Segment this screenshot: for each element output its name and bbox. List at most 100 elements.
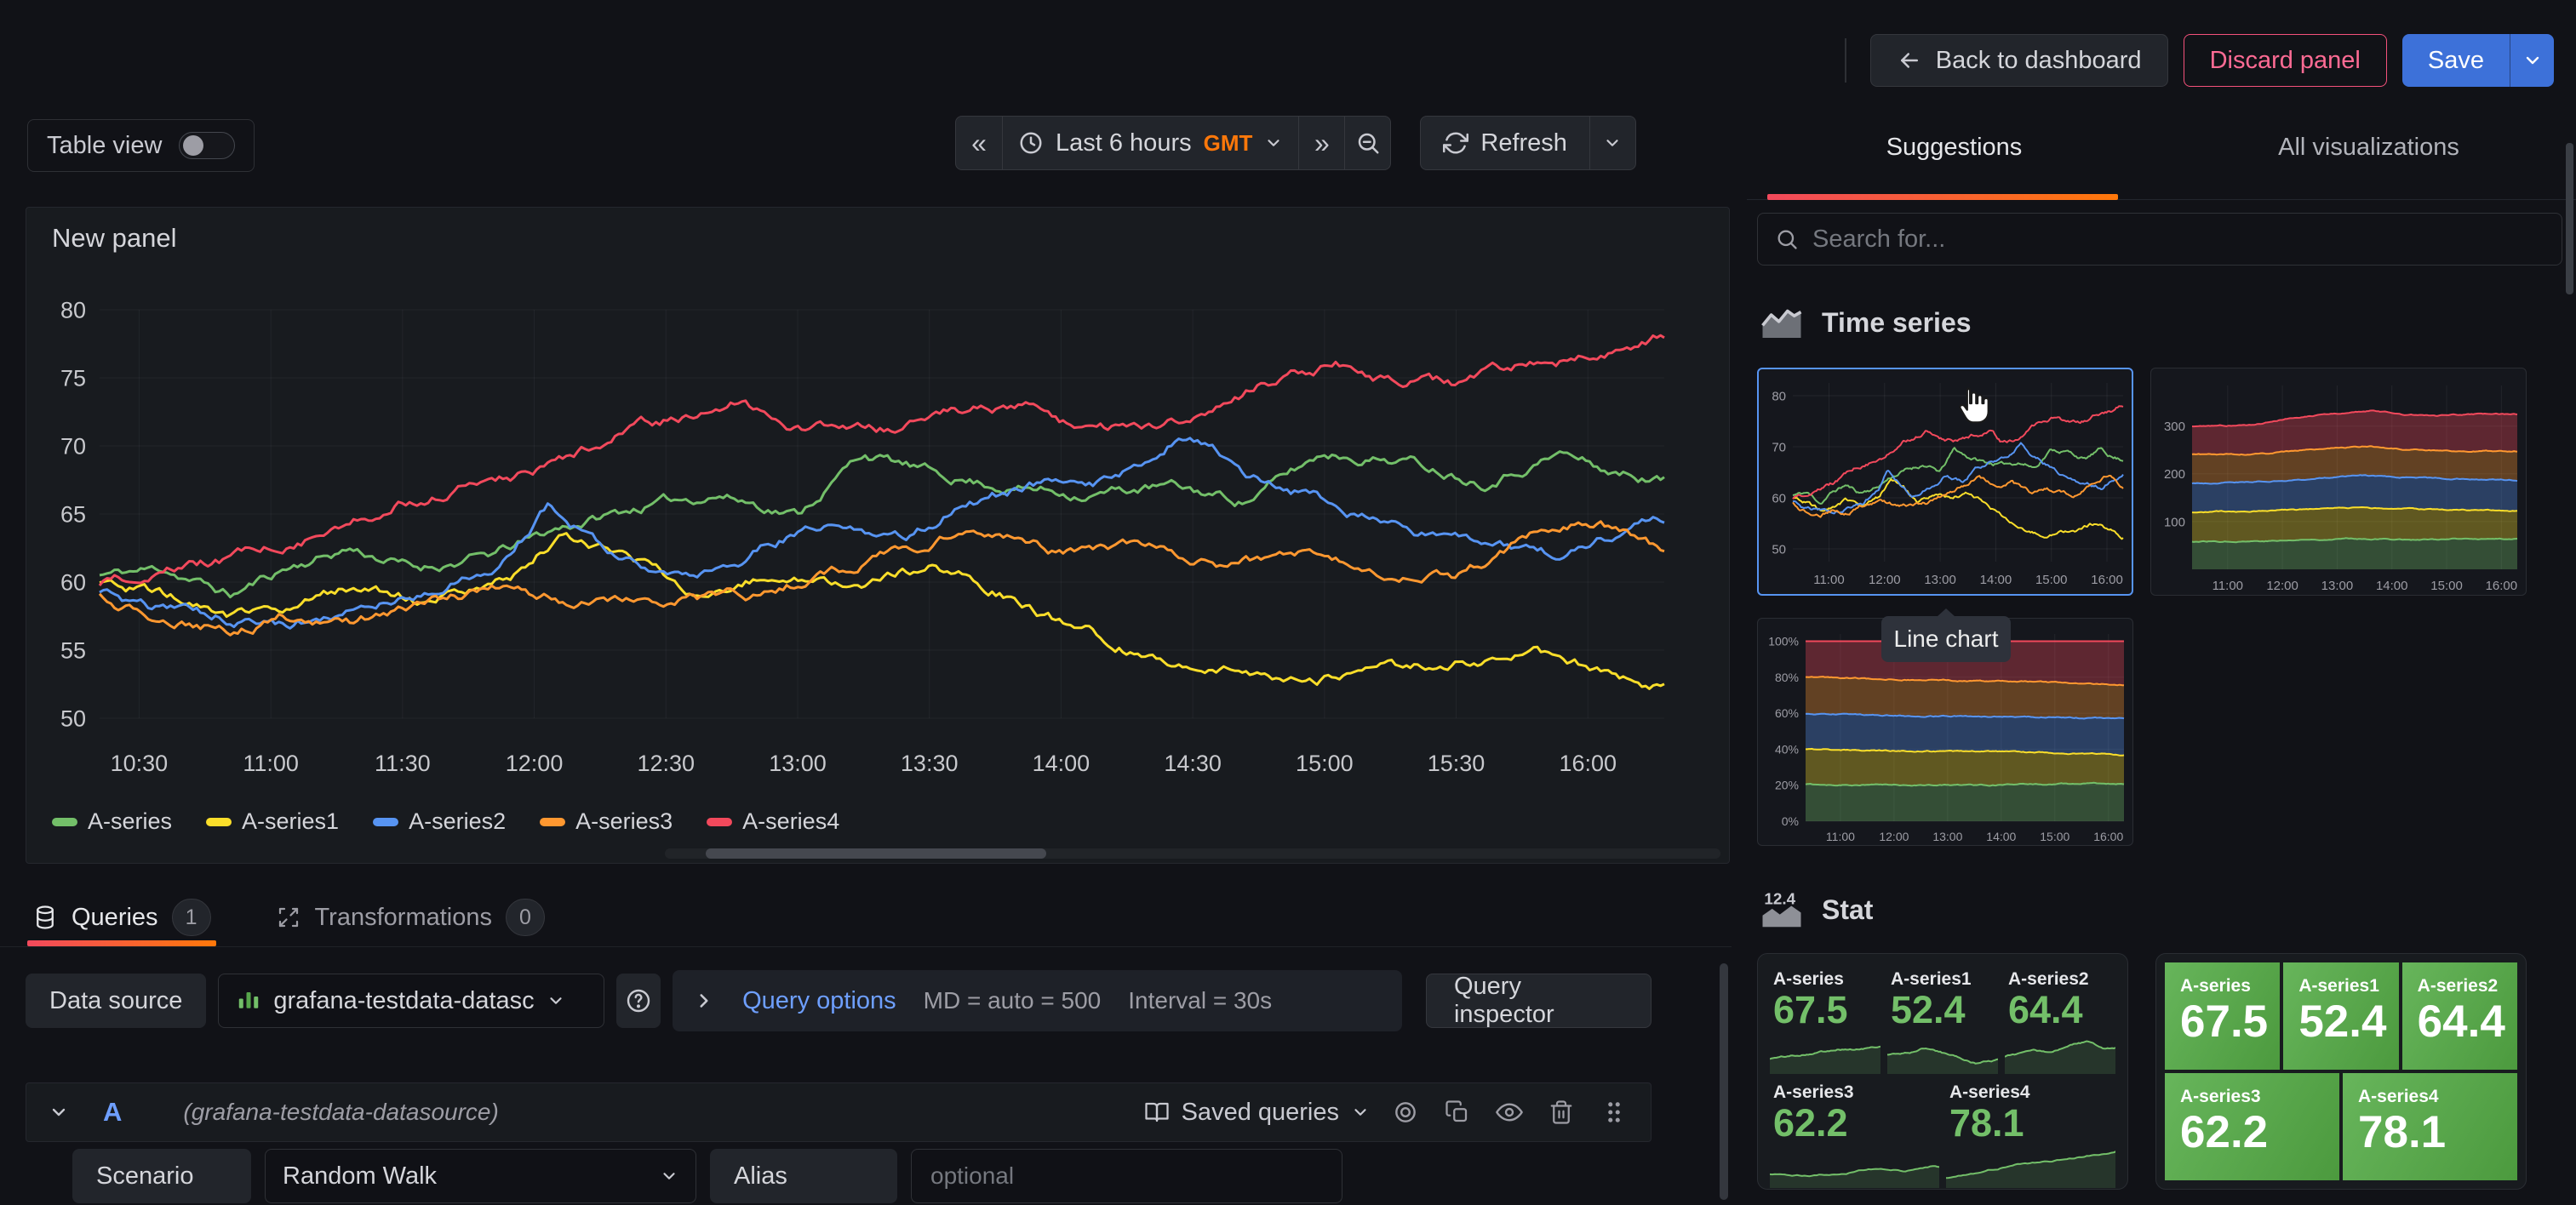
stat-tile-value: 52.4: [2298, 997, 2398, 1048]
alias-label: Alias: [710, 1149, 897, 1203]
stat-mini-panel: A-series478.1: [1946, 1079, 2115, 1187]
tab-all-visualizations-label: All visualizations: [2278, 134, 2459, 162]
back-to-dashboard-button[interactable]: Back to dashboard: [1870, 34, 2168, 87]
legend-item[interactable]: A-series: [52, 808, 172, 835]
time-shift-forward-button[interactable]: »: [1298, 117, 1344, 169]
copy-icon[interactable]: [1445, 1099, 1470, 1125]
suggestion-line-chart[interactable]: 8070605011:0012:0013:0014:0015:0016:00: [1757, 368, 2133, 596]
save-button[interactable]: Save: [2402, 34, 2510, 87]
scenario-value: Random Walk: [283, 1162, 437, 1191]
legend-label: A-series1: [242, 808, 339, 835]
tab-suggestions[interactable]: Suggestions: [1747, 95, 2161, 199]
datasource-help-button[interactable]: [616, 974, 661, 1028]
tab-queries[interactable]: Queries 1: [27, 888, 216, 946]
search-input[interactable]: [1812, 226, 2545, 254]
suggestion-stat-colored[interactable]: A-series67.5A-series152.4A-series264.4A-…: [2155, 953, 2527, 1190]
datasource-select[interactable]: grafana-testdata-datasc: [218, 974, 604, 1028]
legend-item[interactable]: A-series2: [373, 808, 506, 835]
svg-text:55: 55: [60, 638, 86, 664]
discard-panel-label: Discard panel: [2210, 47, 2361, 75]
svg-text:0%: 0%: [1782, 814, 1799, 828]
stat-value: 64.4: [2008, 990, 2115, 1030]
horizontal-scrollbar-thumb[interactable]: [706, 848, 1046, 859]
tabs-divider: [0, 946, 1732, 947]
legend-label: A-series4: [742, 808, 839, 835]
scenario-label: Scenario: [72, 1149, 251, 1203]
time-shift-back-button[interactable]: «: [956, 117, 1002, 169]
svg-text:100%: 100%: [1768, 635, 1799, 648]
stat-tile-label: A-series3: [2180, 1087, 2339, 1107]
refresh-group: Refresh: [1420, 116, 1636, 170]
datasource-value: grafana-testdata-datasc: [273, 987, 534, 1015]
target-icon[interactable]: [1392, 1099, 1419, 1126]
refresh-button[interactable]: Refresh: [1421, 117, 1589, 169]
database-icon: [32, 905, 58, 930]
time-range-group: « Last 6 hours GMT »: [955, 116, 1391, 170]
arrow-left-icon: [1897, 48, 1922, 73]
svg-text:15:00: 15:00: [2035, 573, 2068, 587]
transform-icon: [276, 905, 301, 930]
suggestion-stat-sparkline[interactable]: A-series67.5A-series152.4A-series264.4A-…: [1757, 953, 2128, 1190]
legend-item[interactable]: A-series3: [540, 808, 673, 835]
legend-label: A-series3: [575, 808, 673, 835]
svg-text:14:30: 14:30: [1164, 751, 1222, 776]
tooltip-line-chart: Line chart: [1881, 616, 2011, 662]
trash-icon[interactable]: [1548, 1099, 1574, 1125]
refresh-interval-caret[interactable]: [1589, 117, 1635, 169]
stat-sparkline: [1887, 1030, 1998, 1074]
refresh-icon: [1443, 130, 1468, 156]
stat-tile-label: A-series: [2180, 976, 2280, 997]
zoom-out-icon: [1355, 130, 1381, 156]
queries-scrollbar[interactable]: [1720, 963, 1728, 1200]
stat-tile: A-series362.2: [2165, 1073, 2339, 1180]
angle-right-icon[interactable]: [693, 990, 715, 1012]
query-inspector-button[interactable]: Query inspector: [1426, 974, 1652, 1028]
legend-swatch: [707, 818, 732, 826]
save-options-caret[interactable]: [2510, 34, 2554, 87]
svg-text:11:00: 11:00: [1826, 830, 1855, 843]
scenario-select[interactable]: Random Walk: [265, 1149, 696, 1203]
query-row-actions: [1392, 1098, 1629, 1127]
eye-icon[interactable]: [1496, 1099, 1523, 1126]
stat-mini-panel: A-series67.5: [1770, 966, 1880, 1074]
stat-tile-label: A-series1: [2298, 976, 2398, 997]
query-options-link[interactable]: Query options: [742, 987, 896, 1015]
svg-text:11:00: 11:00: [243, 751, 299, 776]
stat-value: 52.4: [1891, 990, 1998, 1030]
chevron-down-icon[interactable]: [49, 1102, 69, 1122]
alias-input[interactable]: [911, 1149, 1342, 1203]
svg-text:100: 100: [2164, 515, 2185, 529]
tab-transformations-label: Transformations: [315, 904, 492, 932]
editor-tabs: Queries 1 Transformations 0: [27, 888, 550, 946]
table-view-label: Table view: [47, 132, 162, 160]
stat-value: 78.1: [1949, 1103, 2115, 1143]
svg-text:10:30: 10:30: [111, 751, 169, 776]
stat-sparkline: [1770, 1030, 1880, 1074]
horizontal-scrollbar: [665, 848, 1720, 859]
stat-tile-value: 78.1: [2358, 1107, 2517, 1159]
zoom-out-button[interactable]: [1344, 117, 1390, 169]
tab-transformations[interactable]: Transformations 0: [271, 888, 550, 946]
svg-text:20%: 20%: [1775, 779, 1799, 792]
saved-queries-label: Saved queries: [1182, 1099, 1339, 1127]
saved-queries-button[interactable]: Saved queries: [1144, 1099, 1370, 1127]
drag-handle-icon[interactable]: [1600, 1098, 1629, 1127]
legend-item[interactable]: A-series1: [206, 808, 339, 835]
discard-panel-button[interactable]: Discard panel: [2184, 34, 2387, 87]
svg-text:60%: 60%: [1775, 706, 1799, 720]
legend-item[interactable]: A-series4: [707, 808, 839, 835]
time-range-picker[interactable]: Last 6 hours GMT: [1002, 117, 1298, 169]
svg-text:16:00: 16:00: [2093, 830, 2123, 843]
svg-text:15:30: 15:30: [1428, 751, 1485, 776]
svg-text:11:00: 11:00: [1813, 573, 1844, 587]
svg-text:16:00: 16:00: [2091, 573, 2123, 587]
query-options-bar: Query options MD = auto = 500 Interval =…: [673, 970, 1402, 1031]
tab-all-visualizations[interactable]: All visualizations: [2161, 95, 2576, 199]
svg-text:15:00: 15:00: [1296, 751, 1354, 776]
query-ref-id[interactable]: A: [103, 1097, 122, 1128]
sidebar-tabs: Suggestions All visualizations: [1747, 95, 2576, 200]
page-scrollbar[interactable]: [2566, 143, 2573, 294]
table-view-toggle[interactable]: [179, 132, 235, 159]
stat-sparkline: [1770, 1144, 1939, 1188]
suggestion-stacked-area[interactable]: 30020010011:0012:0013:0014:0015:0016:00: [2150, 368, 2527, 596]
